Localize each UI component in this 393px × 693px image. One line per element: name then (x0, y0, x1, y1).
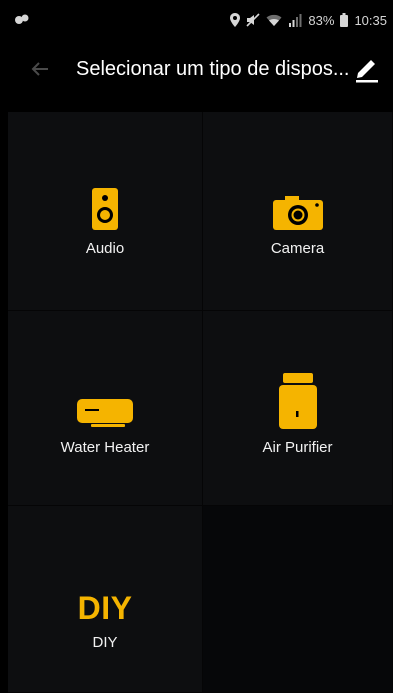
device-label: Audio (85, 240, 125, 257)
device-tile-diy[interactable]: DIY DIY (8, 506, 203, 693)
device-tile-air-purifier[interactable]: Air Purifier (203, 311, 393, 506)
device-tile-audio[interactable]: Audio (8, 112, 203, 311)
speaker-icon (65, 172, 145, 230)
device-label: Camera (270, 240, 325, 257)
air-purifier-icon (258, 371, 338, 429)
battery-percent: 83% (308, 12, 335, 28)
diy-icon: DIY (65, 566, 145, 624)
clock: 10:35 (354, 12, 387, 28)
device-label: DIY (92, 634, 118, 651)
empty-tile (203, 506, 393, 693)
app-bar: Selecionar um tipo de dispos... (0, 40, 393, 98)
wifi-icon (266, 14, 282, 27)
signal-icon (288, 13, 302, 27)
device-tile-water-heater[interactable]: Water Heater (8, 311, 203, 506)
device-label: Water Heater (60, 439, 150, 456)
page-title: Selecionar um tipo de dispos... (76, 58, 350, 80)
back-arrow-icon[interactable] (28, 57, 52, 81)
status-indicators: 83% 10:35 (230, 11, 387, 29)
edit-pencil-icon[interactable] (353, 54, 381, 84)
water-heater-icon (65, 371, 145, 429)
device-tile-camera[interactable]: Camera (203, 112, 393, 311)
mute-icon (246, 13, 260, 27)
notification-icon (14, 13, 30, 27)
battery-icon (340, 13, 349, 27)
device-label: Air Purifier (262, 439, 333, 456)
device-type-grid: Audio Camera Water Heater Air Purifier D… (8, 112, 393, 693)
diy-icon-text: DIY (77, 590, 133, 626)
location-icon (230, 13, 241, 27)
status-bar: 83% 10:35 (0, 0, 393, 40)
camera-icon (258, 172, 338, 230)
